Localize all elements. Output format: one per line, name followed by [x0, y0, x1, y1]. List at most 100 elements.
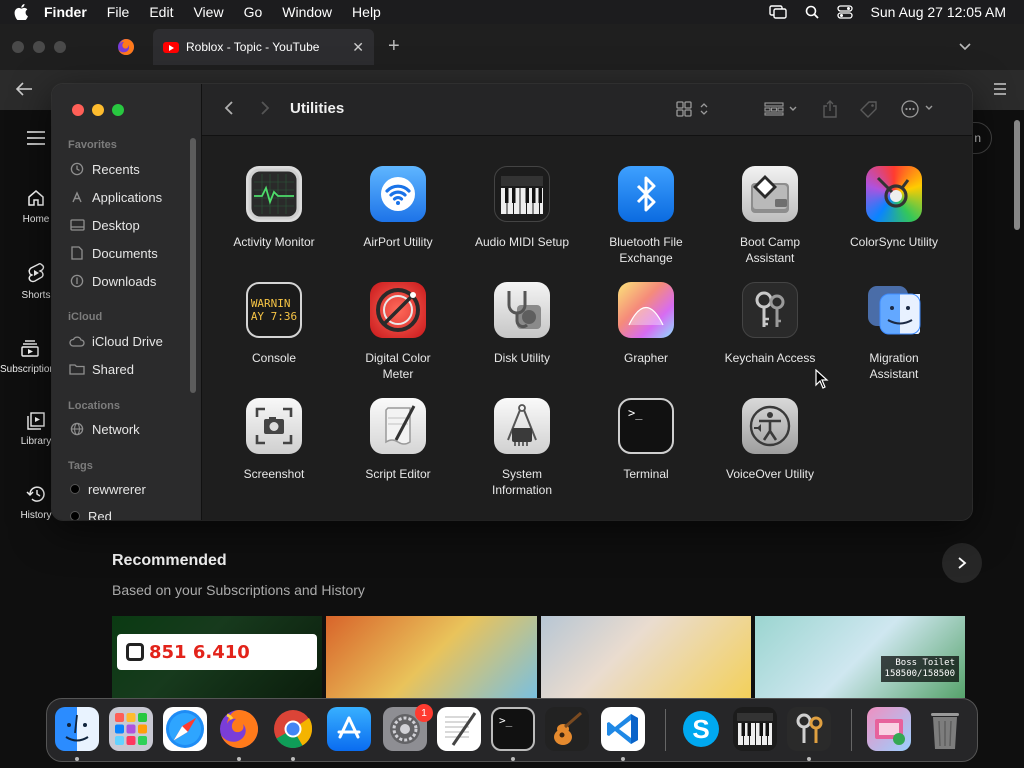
app-screenshot[interactable]: Screenshot [212, 398, 336, 482]
app-audio-midi-setup[interactable]: Audio MIDI Setup [460, 166, 584, 250]
page-scrollbar[interactable] [1014, 120, 1020, 230]
app-label: System Information [491, 467, 553, 497]
yt-sidebar-subscriptions[interactable]: Subscriptions [0, 338, 60, 375]
app-voiceover-utility[interactable]: VoiceOver Utility [708, 398, 832, 482]
launchpad-icon[interactable] [109, 707, 153, 751]
sidebar-item-icloud-drive[interactable]: iCloud Drive [68, 330, 163, 352]
forward-chevron-icon[interactable] [260, 100, 270, 116]
safari-icon[interactable] [163, 707, 207, 751]
back-chevron-icon[interactable] [224, 100, 234, 116]
sidebar-section-tags: Tags [68, 460, 93, 472]
screen-mirroring-icon[interactable] [768, 5, 787, 19]
terminal-dock-icon[interactable]: >_ [491, 707, 535, 751]
menu-go[interactable]: Go [244, 4, 263, 20]
video-thumbnail[interactable] [326, 616, 537, 698]
mouse-cursor-icon [815, 368, 829, 394]
browser-zoom-dot[interactable] [54, 41, 66, 53]
sidebar-item-label: iCloud Drive [92, 333, 163, 349]
tab-close-icon[interactable]: ✕ [352, 39, 364, 56]
firefox-icon[interactable] [217, 707, 261, 751]
group-by-icon[interactable] [764, 101, 800, 117]
sidebar-item-label: Recents [92, 161, 140, 177]
downloads-stack-icon[interactable] [867, 707, 911, 751]
browser-minimize-dot[interactable] [33, 41, 45, 53]
keychain-dock-icon[interactable] [787, 707, 831, 751]
menu-edit[interactable]: Edit [149, 4, 173, 20]
new-tab-button[interactable]: + [388, 35, 400, 58]
back-arrow-icon[interactable] [14, 80, 34, 103]
view-grid-icon[interactable] [676, 101, 710, 117]
sidebar-item-recents[interactable]: Recents [68, 158, 140, 180]
share-icon[interactable] [822, 99, 838, 119]
control-center-icon[interactable] [836, 5, 853, 19]
browser-menu-icon[interactable] [992, 82, 1008, 101]
app-system-information[interactable]: System Information [460, 398, 584, 498]
finder-dock-icon[interactable] [55, 707, 99, 751]
terminal-prompt-glyph: >_ [628, 406, 643, 420]
terminal-icon: >_ [618, 398, 674, 454]
video-thumbnail[interactable] [540, 616, 751, 698]
minimize-window-button[interactable] [92, 104, 104, 116]
sidebar-tag-red[interactable]: Red [66, 505, 112, 520]
vscode-icon[interactable] [601, 707, 645, 751]
firefox-view-icon[interactable] [116, 37, 136, 57]
app-script-editor[interactable]: Script Editor [336, 398, 460, 482]
spotlight-search-icon[interactable] [805, 5, 819, 19]
sidebar-tag-rewwrerer[interactable]: rewwrerer [66, 478, 146, 500]
app-migration-assistant[interactable]: Migration Assistant [832, 282, 956, 382]
app-terminal[interactable]: >_ Terminal [584, 398, 708, 482]
app-digital-color-meter[interactable]: Digital Color Meter [336, 282, 460, 382]
menu-app-name[interactable]: Finder [44, 4, 87, 20]
skype-icon[interactable]: S [679, 707, 723, 751]
menu-file[interactable]: File [107, 4, 130, 20]
hamburger-menu-icon[interactable] [26, 130, 46, 151]
piano-dock-icon[interactable] [733, 707, 777, 751]
more-actions-icon[interactable] [900, 100, 936, 118]
sidebar-scrollbar[interactable] [190, 138, 196, 393]
close-window-button[interactable] [72, 104, 84, 116]
app-airport-utility[interactable]: AirPort Utility [336, 166, 460, 250]
app-label: Keychain Access [724, 351, 816, 365]
sidebar-item-documents[interactable]: Documents [68, 242, 158, 264]
zoom-window-button[interactable] [112, 104, 124, 116]
app-colorsync-utility[interactable]: ColorSync Utility [832, 166, 956, 250]
finder-toolbar: Utilities [202, 84, 972, 136]
browser-tab-youtube[interactable]: Roblox - Topic - YouTube ✕ [153, 29, 374, 65]
sidebar-item-label: rewwrerer [88, 481, 146, 497]
browser-window-controls[interactable] [12, 41, 66, 53]
trash-icon[interactable] [923, 707, 967, 751]
app-store-icon[interactable] [327, 707, 371, 751]
sidebar-item-shared[interactable]: Shared [68, 358, 134, 380]
chevron-down-icon[interactable] [958, 38, 972, 56]
app-boot-camp-assistant[interactable]: Boot Camp Assistant [708, 166, 832, 266]
video-thumbnail[interactable]: 851 6.410 [112, 616, 323, 698]
video-thumbnail[interactable]: Boss Toilet 158500/158500 [754, 616, 965, 698]
sidebar-item-downloads[interactable]: Downloads [68, 270, 156, 292]
menu-view[interactable]: View [193, 4, 223, 20]
menu-window[interactable]: Window [282, 4, 332, 20]
chrome-icon[interactable] [271, 707, 315, 751]
app-bluetooth-file-exchange[interactable]: Bluetooth File Exchange [584, 166, 708, 266]
browser-close-dot[interactable] [12, 41, 24, 53]
app-activity-monitor[interactable]: Activity Monitor [212, 166, 336, 250]
sidebar-item-network[interactable]: Network [68, 418, 140, 440]
sidebar-item-applications[interactable]: Applications [68, 186, 162, 208]
app-disk-utility[interactable]: Disk Utility [460, 282, 584, 366]
notification-badge: 1 [415, 704, 433, 722]
carousel-next-button[interactable] [942, 543, 982, 583]
sidebar-item-label: Red [88, 508, 112, 521]
app-keychain-access[interactable]: Keychain Access [708, 282, 832, 366]
apple-menu-icon[interactable] [10, 4, 32, 20]
garageband-icon[interactable] [545, 707, 589, 751]
boot-camp-icon [742, 166, 798, 222]
running-indicator [621, 757, 625, 761]
menu-help[interactable]: Help [352, 4, 381, 20]
sidebar-section-locations: Locations [68, 400, 120, 412]
app-console[interactable]: WARNIN AY 7:36 Console [212, 282, 336, 366]
script-editor-icon [370, 398, 426, 454]
menu-clock[interactable]: Sun Aug 27 12:05 AM [871, 4, 1006, 20]
sidebar-item-desktop[interactable]: Desktop [68, 214, 140, 236]
tag-icon[interactable] [859, 100, 879, 120]
app-grapher[interactable]: Grapher [584, 282, 708, 366]
textedit-icon[interactable] [437, 707, 481, 751]
